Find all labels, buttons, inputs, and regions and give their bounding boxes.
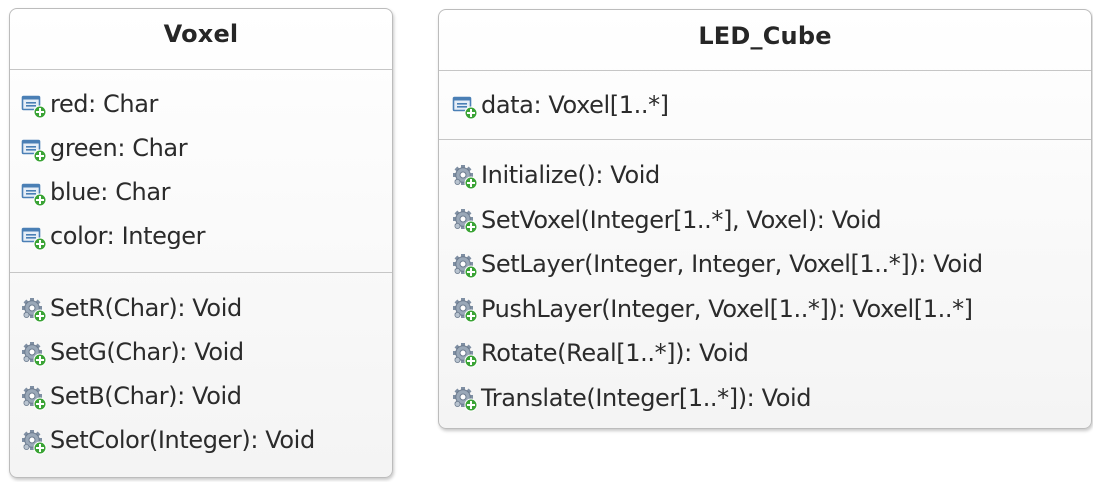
attribute-row[interactable]: blue: Char bbox=[10, 170, 392, 214]
operation-gear-add-icon bbox=[452, 297, 478, 323]
operation-row[interactable]: SetColor(Integer): Void bbox=[10, 418, 392, 462]
operation-row[interactable]: SetB(Char): Void bbox=[10, 374, 392, 418]
attributes-compartment: data: Voxel[1..*] bbox=[439, 70, 1091, 139]
attribute-row[interactable]: red: Char bbox=[10, 82, 392, 126]
class-name: LED_Cube bbox=[698, 22, 832, 50]
attribute-label: data: Voxel[1..*] bbox=[481, 91, 669, 120]
attribute-add-icon bbox=[21, 137, 47, 163]
attribute-label: blue: Char bbox=[50, 178, 171, 206]
operation-gear-add-icon bbox=[452, 386, 478, 412]
operation-row[interactable]: Initialize(): Void bbox=[439, 153, 1091, 198]
attribute-row[interactable]: green: Char bbox=[10, 126, 392, 170]
operation-gear-add-icon bbox=[452, 208, 478, 234]
operation-label: Initialize(): Void bbox=[481, 161, 660, 190]
operation-label: SetR(Char): Void bbox=[50, 294, 242, 322]
operation-gear-add-icon bbox=[452, 253, 478, 279]
attributes-compartment: red: Char green: Char blue: Char color: … bbox=[10, 69, 392, 272]
operation-gear-add-icon bbox=[452, 342, 478, 368]
operation-label: Translate(Integer[1..*]): Void bbox=[481, 383, 812, 412]
operation-label: Rotate(Real[1..*]): Void bbox=[481, 339, 749, 368]
class-name: Voxel bbox=[163, 20, 239, 48]
attribute-label: red: Char bbox=[50, 90, 158, 118]
operation-label: SetB(Char): Void bbox=[50, 382, 242, 410]
operation-gear-add-icon bbox=[21, 297, 47, 323]
attribute-label: color: Integer bbox=[50, 222, 206, 250]
operation-label: SetG(Char): Void bbox=[50, 338, 244, 366]
class-box-led-cube[interactable]: LED_Cube data: Voxel[1..*] Initialize():… bbox=[438, 9, 1092, 429]
operation-label: SetLayer(Integer, Integer, Voxel[1..*]):… bbox=[481, 250, 983, 279]
attribute-row[interactable]: color: Integer bbox=[10, 214, 392, 258]
operation-row[interactable]: PushLayer(Integer, Voxel[1..*]): Voxel[1… bbox=[439, 287, 1091, 332]
operation-row[interactable]: SetR(Char): Void bbox=[10, 286, 392, 330]
class-box-voxel[interactable]: Voxel red: Char green: Char blue: Char c… bbox=[9, 8, 393, 478]
operations-compartment: Initialize(): Void SetVoxel(Integer[1..*… bbox=[439, 139, 1091, 420]
operation-gear-add-icon bbox=[452, 164, 478, 190]
attribute-row[interactable]: data: Voxel[1..*] bbox=[439, 83, 1091, 128]
operation-label: SetColor(Integer): Void bbox=[50, 426, 315, 454]
attribute-add-icon bbox=[21, 181, 47, 207]
operation-gear-add-icon bbox=[21, 385, 47, 411]
attribute-add-icon bbox=[21, 225, 47, 251]
attribute-add-icon bbox=[21, 93, 47, 119]
operation-gear-add-icon bbox=[21, 429, 47, 455]
operation-row[interactable]: SetG(Char): Void bbox=[10, 330, 392, 374]
operation-row[interactable]: SetLayer(Integer, Integer, Voxel[1..*]):… bbox=[439, 242, 1091, 287]
attribute-add-icon bbox=[452, 94, 478, 120]
attribute-label: green: Char bbox=[50, 134, 188, 162]
operation-label: PushLayer(Integer, Voxel[1..*]): Voxel[1… bbox=[481, 294, 973, 323]
operation-row[interactable]: Rotate(Real[1..*]): Void bbox=[439, 331, 1091, 376]
operation-label: SetVoxel(Integer[1..*], Voxel): Void bbox=[481, 205, 882, 234]
operation-gear-add-icon bbox=[21, 341, 47, 367]
operations-compartment: SetR(Char): Void SetG(Char): Void SetB(C… bbox=[10, 272, 392, 462]
operation-row[interactable]: SetVoxel(Integer[1..*], Voxel): Void bbox=[439, 198, 1091, 243]
operation-row[interactable]: Translate(Integer[1..*]): Void bbox=[439, 376, 1091, 421]
